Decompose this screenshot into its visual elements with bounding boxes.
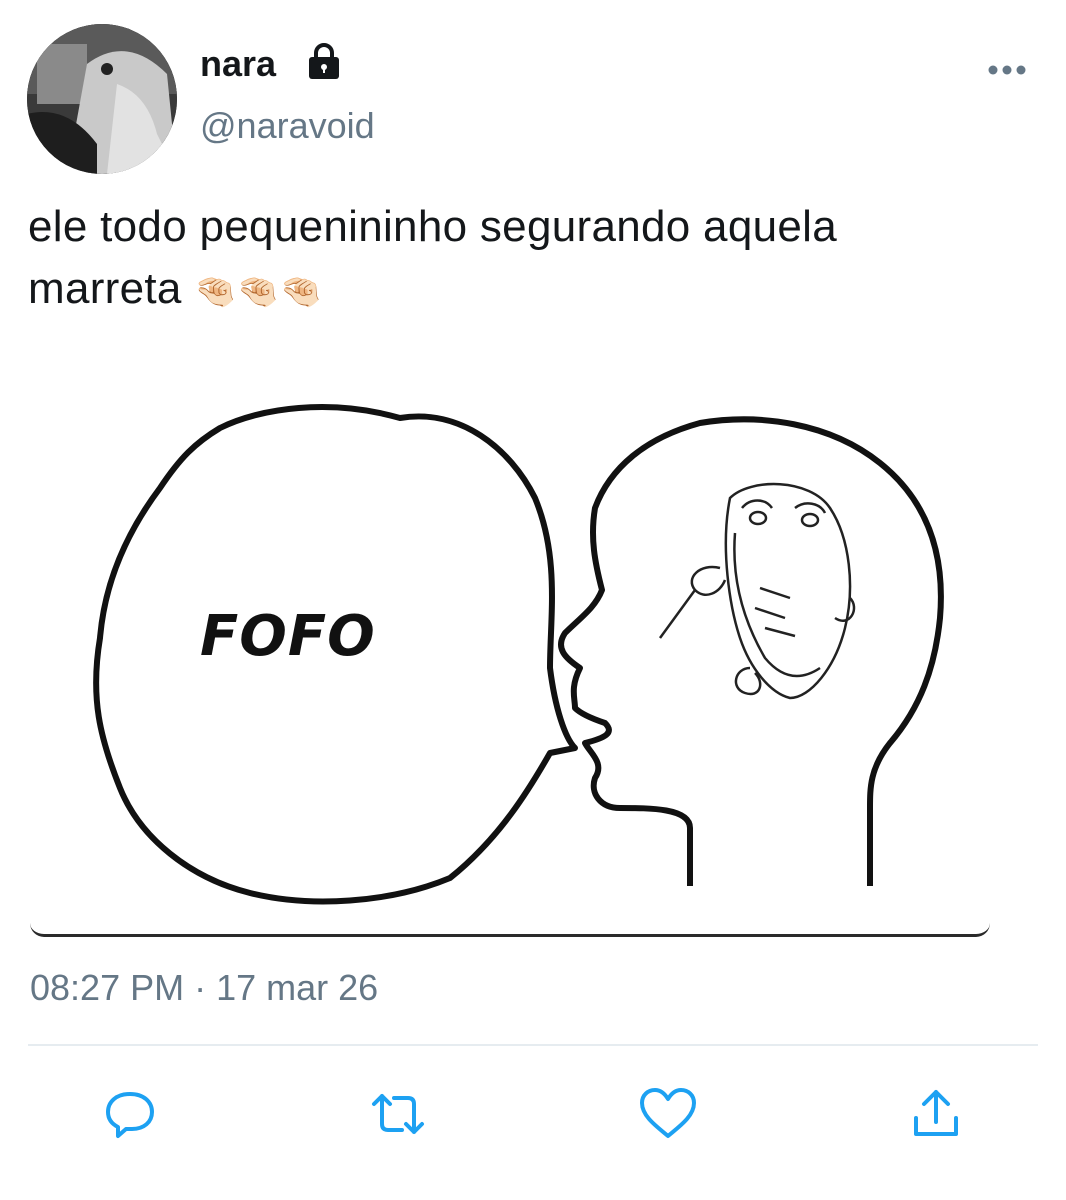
avatar[interactable] <box>27 24 177 174</box>
like-button[interactable] <box>638 1086 696 1142</box>
lock-icon <box>309 43 339 79</box>
divider <box>28 1044 1038 1046</box>
display-name[interactable]: nara <box>200 40 276 88</box>
tweet-timestamp[interactable]: 08:27 PM · 17 mar 26 <box>30 966 378 1010</box>
pinching-hand-emojis: 🤏🏻🤏🏻🤏🏻 <box>194 273 323 311</box>
meme-caption: FOFO <box>200 604 376 669</box>
tweet-text-line1: ele todo pequenininho segurando aquela <box>28 202 837 251</box>
share-button[interactable] <box>908 1086 964 1142</box>
reply-icon <box>106 1092 154 1138</box>
tweet-text: ele todo pequenininho segurando aquela m… <box>28 196 1038 323</box>
tweet-text-line2: marreta 🤏🏻🤏🏻🤏🏻 <box>28 258 1038 323</box>
retweet-icon <box>372 1094 424 1134</box>
tweet-media-image[interactable]: FOFO <box>30 368 990 937</box>
retweet-button[interactable] <box>370 1086 426 1142</box>
meme-drawing <box>93 404 944 905</box>
more-options-icon[interactable] <box>985 58 1029 82</box>
profile-photo-icon <box>27 24 177 174</box>
tweet-card: nara @naravoid ele todo pequenininho seg… <box>0 0 1066 1200</box>
heart-icon <box>640 1088 696 1138</box>
handle[interactable]: @naravoid <box>200 102 375 150</box>
tweet-text-line2-words: marreta <box>28 264 182 313</box>
share-icon <box>914 1090 958 1136</box>
reply-button[interactable] <box>102 1086 158 1142</box>
